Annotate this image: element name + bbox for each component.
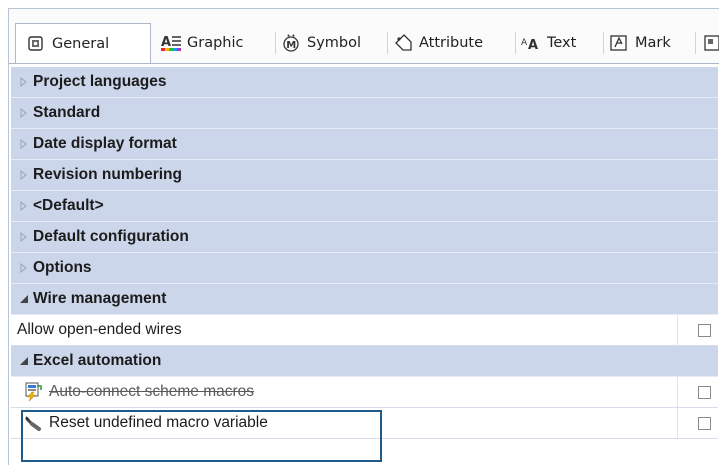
- general-settings-icon: [26, 34, 46, 54]
- expand-arrow-icon[interactable]: [15, 263, 33, 273]
- category-standard[interactable]: Standard: [11, 98, 718, 129]
- svg-text:A: A: [161, 35, 171, 50]
- category-label: Default configuration: [33, 228, 189, 245]
- auto-connect-scheme-macros-checkbox[interactable]: [697, 385, 711, 399]
- expand-arrow-icon[interactable]: [15, 201, 33, 211]
- category-date-display-format[interactable]: Date display format: [11, 129, 718, 160]
- tab-label: Symbol: [307, 35, 362, 51]
- tab-attribute[interactable]: Attribute: [389, 29, 516, 57]
- tab-graphic[interactable]: A Graphic: [157, 29, 276, 57]
- tab-general[interactable]: General: [15, 23, 151, 63]
- expand-arrow-icon[interactable]: [15, 108, 33, 118]
- tab-bar: General A Graphic M Symbol Attribute AA: [9, 9, 719, 65]
- expand-arrow-icon[interactable]: [15, 139, 33, 149]
- reset-undefined-macro-variable-checkbox[interactable]: [697, 416, 711, 430]
- empty-row: [11, 439, 718, 467]
- properties-panel: Project languages Standard Date display …: [9, 63, 719, 467]
- property-allow-open-ended-wires: Allow open-ended wires: [11, 315, 718, 346]
- property-auto-connect-scheme-macros: Auto-connect scheme macros: [11, 377, 718, 408]
- tab-label: Mark: [635, 35, 671, 51]
- property-reset-undefined-macro-variable: Reset undefined macro variable: [11, 408, 718, 439]
- svg-text:A: A: [521, 38, 528, 48]
- category-default[interactable]: <Default>: [11, 191, 718, 222]
- category-label: Wire management: [33, 290, 167, 307]
- category-label: <Default>: [33, 197, 104, 214]
- expand-arrow-icon[interactable]: [15, 170, 33, 180]
- collapse-arrow-icon[interactable]: [15, 294, 33, 304]
- category-label: Revision numbering: [33, 166, 182, 183]
- category-wire-management[interactable]: Wire management: [11, 284, 718, 315]
- property-label: Auto-connect scheme macros: [49, 383, 255, 400]
- category-revision-numbering[interactable]: Revision numbering: [11, 160, 718, 191]
- tab-overflow-partial[interactable]: [701, 29, 719, 57]
- collapse-arrow-icon[interactable]: [15, 356, 33, 366]
- text-icon: AA: [521, 33, 541, 53]
- property-label: Allow open-ended wires: [17, 321, 182, 338]
- category-label: Excel automation: [33, 352, 162, 369]
- category-default-configuration[interactable]: Default configuration: [11, 222, 718, 253]
- property-label: Reset undefined macro variable: [49, 414, 268, 431]
- symbol-icon: M: [281, 33, 301, 53]
- tab-label: Graphic: [187, 35, 244, 51]
- category-project-languages[interactable]: Project languages: [11, 67, 718, 98]
- options-window: General A Graphic M Symbol Attribute AA: [8, 8, 719, 467]
- category-options[interactable]: Options: [11, 253, 718, 284]
- category-label: Options: [33, 259, 92, 276]
- svg-text:A: A: [528, 38, 538, 53]
- category-label: Project languages: [33, 73, 167, 90]
- tab-label: General: [52, 35, 110, 52]
- allow-open-ended-wires-checkbox[interactable]: [697, 323, 711, 337]
- svg-text:M: M: [286, 40, 296, 51]
- expand-arrow-icon[interactable]: [15, 232, 33, 242]
- tab-mark[interactable]: Mark: [605, 29, 696, 57]
- category-label: Standard: [33, 104, 101, 121]
- graphic-icon: A: [161, 33, 181, 53]
- tab-label: Text: [547, 35, 577, 51]
- tab-text[interactable]: AA Text: [517, 29, 604, 57]
- tab-symbol[interactable]: M Symbol: [277, 29, 388, 57]
- mark-icon: [609, 33, 629, 53]
- attribute-tag-icon: [393, 33, 413, 53]
- tab-label: Attribute: [419, 35, 484, 51]
- auto-connect-macro-icon: [23, 382, 45, 402]
- expand-arrow-icon[interactable]: [15, 77, 33, 87]
- reset-brush-icon: [23, 413, 45, 433]
- category-label: Date display format: [33, 135, 177, 152]
- category-excel-automation[interactable]: Excel automation: [11, 346, 718, 377]
- document-icon: [703, 33, 719, 53]
